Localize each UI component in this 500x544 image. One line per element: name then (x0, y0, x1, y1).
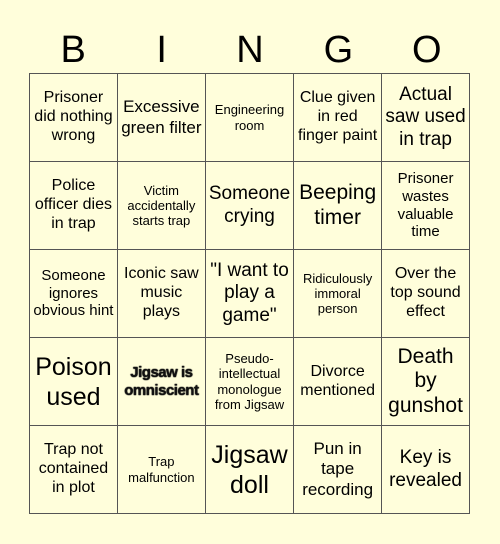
bingo-cell[interactable]: Ridiculously immoral person (294, 250, 383, 338)
bingo-cell[interactable]: Police officer dies in trap (30, 162, 118, 250)
bingo-cell[interactable]: Over the top sound effect (382, 250, 470, 338)
bingo-cell[interactable]: Engineering room (205, 74, 295, 162)
bingo-card-grid: Prisoner did nothing wrong Excessive gre… (29, 73, 470, 514)
bingo-cell[interactable]: Trap not contained in plot (30, 426, 118, 514)
bingo-cell[interactable]: Key is revealed (382, 426, 470, 514)
header-letter-n: N (236, 29, 264, 71)
header-letter-i: I (156, 29, 167, 71)
bingo-cell[interactable]: Beeping timer (294, 162, 383, 250)
header-letter-o: O (412, 29, 442, 71)
bingo-cell[interactable]: Someone ignores obvious hint (30, 250, 118, 338)
header-letter-b: B (60, 29, 86, 71)
bingo-cell[interactable]: Excessive green filter (117, 74, 206, 162)
bingo-cell[interactable]: Trap malfunction (117, 426, 206, 514)
bingo-header: B I N G O (29, 28, 471, 72)
bingo-cell[interactable]: Death by gunshot (382, 338, 470, 426)
bingo-cell[interactable]: Clue given in red finger paint (294, 74, 383, 162)
bingo-cell[interactable]: Iconic saw music plays (117, 250, 206, 338)
bingo-cell[interactable]: Victim accidentally starts trap (117, 162, 206, 250)
bingo-cell[interactable]: Someone crying (205, 162, 295, 250)
bingo-cell[interactable]: "I want to play a game" (205, 250, 295, 338)
bingo-cell[interactable]: Pun in tape recording (294, 426, 383, 514)
bingo-cell[interactable]: Divorce mentioned (294, 338, 383, 426)
header-letter-g: G (323, 29, 354, 71)
bingo-cell[interactable]: Poison used (30, 338, 118, 426)
bingo-cell[interactable]: Pseudo-intellectual monologue from Jigsa… (205, 338, 295, 426)
bingo-cell[interactable]: Prisoner did nothing wrong (30, 74, 118, 162)
bingo-free-cell[interactable]: Jigsaw is omniscient (117, 338, 206, 426)
bingo-cell[interactable]: Prisoner wastes valuable time (382, 162, 470, 250)
bingo-cell[interactable]: Jigsaw doll (205, 426, 295, 514)
bingo-cell[interactable]: Actual saw used in trap (382, 74, 470, 162)
